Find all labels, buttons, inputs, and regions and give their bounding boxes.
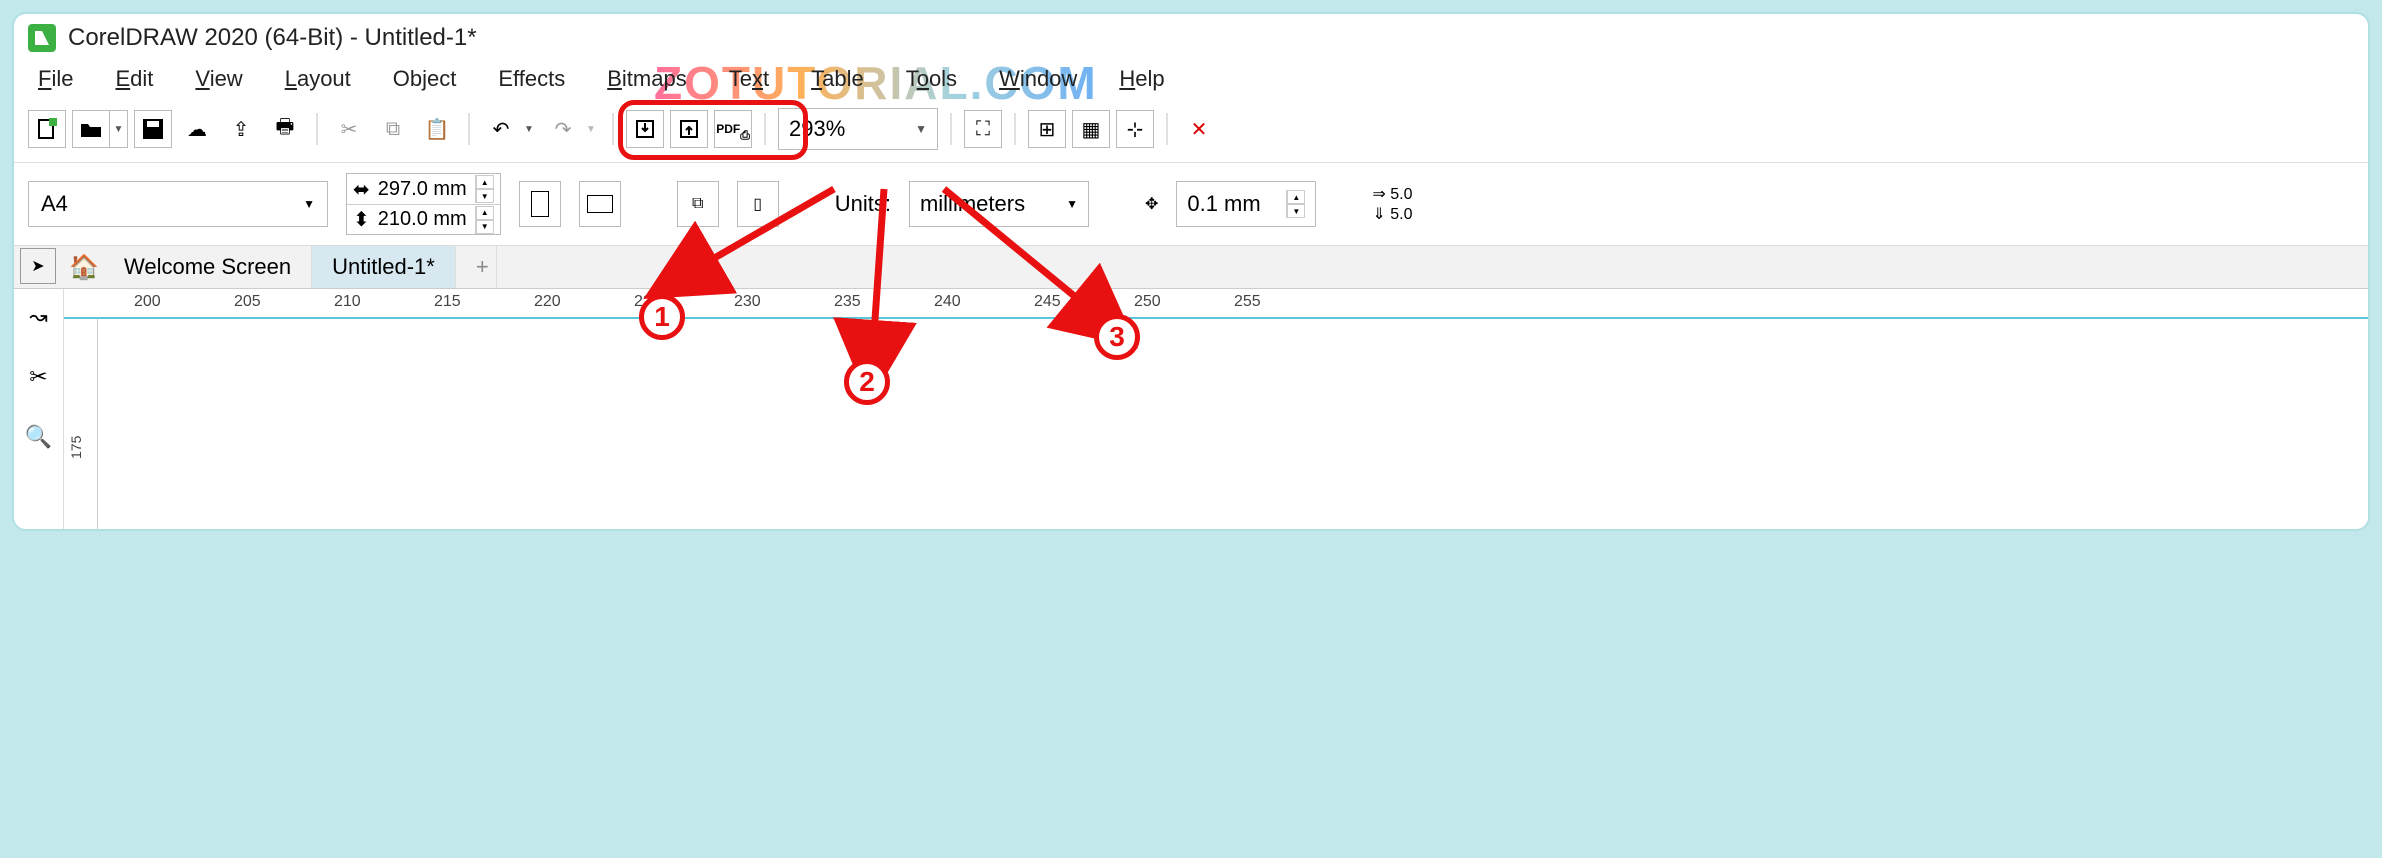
menu-view[interactable]: View (195, 66, 242, 92)
menu-bitmaps[interactable]: Bitmaps (607, 66, 686, 92)
menu-tools[interactable]: Tools (906, 66, 957, 92)
menu-table[interactable]: Table (811, 66, 864, 92)
width-icon: ⬌ (353, 177, 370, 202)
menu-edit[interactable]: Edit (115, 66, 153, 92)
save-button[interactable] (134, 110, 172, 148)
landscape-button[interactable] (579, 181, 621, 227)
cloud-upload-icon[interactable]: ⇪ (222, 110, 260, 148)
app-window: ZOTUTORIAL.COM CorelDRAW 2020 (64-Bit) -… (12, 12, 2370, 531)
app-icon (28, 24, 56, 52)
workspace: ↝ ✂ 🔍 200 205 210 215 220 225 230 235 24… (14, 289, 2368, 529)
property-bar: A4▼ ⬌297.0 mm▲▼ ⬍210.0 mm▲▼ ⧉ ▯ Units: m… (14, 163, 2368, 246)
tab-untitled[interactable]: Untitled-1* (312, 246, 456, 288)
page-dimensions[interactable]: ⬌297.0 mm▲▼ ⬍210.0 mm▲▼ (346, 173, 501, 235)
home-tab[interactable]: 🏠 (64, 247, 104, 287)
all-pages-button[interactable]: ⧉ (677, 181, 719, 227)
new-button[interactable] (28, 110, 66, 148)
units-dropdown[interactable]: millimeters▼ (909, 181, 1089, 227)
current-page-button[interactable]: ▯ (737, 181, 779, 227)
vertical-ruler: 175 (64, 319, 98, 529)
title-bar: CorelDRAW 2020 (64-Bit) - Untitled-1* (14, 14, 2368, 58)
close-button[interactable]: ✕ (1180, 110, 1218, 148)
copy-button[interactable]: ⧉ (374, 110, 412, 148)
annotation-highlight-box (618, 100, 808, 160)
tab-add[interactable]: + (456, 246, 497, 288)
print-button[interactable]: 🖶 (266, 110, 304, 148)
width-value[interactable]: 297.0 mm (378, 178, 467, 201)
nudge-icon: ✥ (1145, 194, 1158, 214)
shape-tool[interactable]: ↝ (21, 299, 57, 335)
page-size-dropdown[interactable]: A4▼ (28, 181, 328, 227)
window-title: CorelDRAW 2020 (64-Bit) - Untitled-1* (68, 24, 477, 52)
menu-file[interactable]: File (38, 66, 73, 92)
units-label: Units: (835, 191, 891, 217)
rulers-button[interactable]: ⊞ (1028, 110, 1066, 148)
fullscreen-button[interactable]: ⛶ (964, 110, 1002, 148)
paste-button[interactable]: 📋 (418, 110, 456, 148)
toolbox: ↝ ✂ 🔍 (14, 289, 64, 529)
cloud-download-icon[interactable]: ☁ (178, 110, 216, 148)
undo-button[interactable]: ↶▼ (482, 110, 538, 148)
crop-tool[interactable]: ✂ (21, 359, 57, 395)
menu-bar: File Edit View Layout Object Effects Bit… (14, 58, 2368, 102)
height-icon: ⬍ (353, 207, 370, 232)
cut-button[interactable]: ✂ (330, 110, 368, 148)
height-value[interactable]: 210.0 mm (378, 208, 467, 231)
portrait-button[interactable] (519, 181, 561, 227)
pick-tool[interactable]: ➤ (20, 248, 56, 284)
horizontal-ruler: 200 205 210 215 220 225 230 235 240 245 … (64, 289, 2368, 319)
nudge-input[interactable]: 0.1 mm▲▼ (1176, 181, 1316, 227)
guidelines-button[interactable]: ⊹ (1116, 110, 1154, 148)
annotation-circle-2: 2 (844, 359, 890, 405)
canvas-area[interactable]: 200 205 210 215 220 225 230 235 240 245 … (64, 289, 2368, 529)
zoom-tool[interactable]: 🔍 (21, 419, 57, 455)
document-tabs: ➤ 🏠 Welcome Screen Untitled-1* + (14, 246, 2368, 289)
menu-text[interactable]: Text (729, 66, 769, 92)
open-button[interactable]: ▼ (72, 110, 128, 148)
menu-layout[interactable]: Layout (285, 66, 351, 92)
duplicate-distance[interactable]: ⇒ 5.0 ⇓ 5.0 (1372, 184, 1412, 224)
menu-window[interactable]: Window (999, 66, 1077, 92)
standard-toolbar: ▼ ☁ ⇪ 🖶 ✂ ⧉ 📋 ↶▼ ↷▼ PDF⎙ 293%▼ ⛶ ⊞ ▦ ⊹ ✕ (14, 102, 2368, 163)
grid-button[interactable]: ▦ (1072, 110, 1110, 148)
redo-button[interactable]: ↷▼ (544, 110, 600, 148)
annotation-circle-3: 3 (1094, 314, 1140, 360)
menu-effects[interactable]: Effects (498, 66, 565, 92)
menu-help[interactable]: Help (1119, 66, 1164, 92)
menu-object[interactable]: Object (393, 66, 457, 92)
annotation-circle-1: 1 (639, 294, 685, 340)
tab-welcome[interactable]: Welcome Screen (104, 246, 312, 288)
